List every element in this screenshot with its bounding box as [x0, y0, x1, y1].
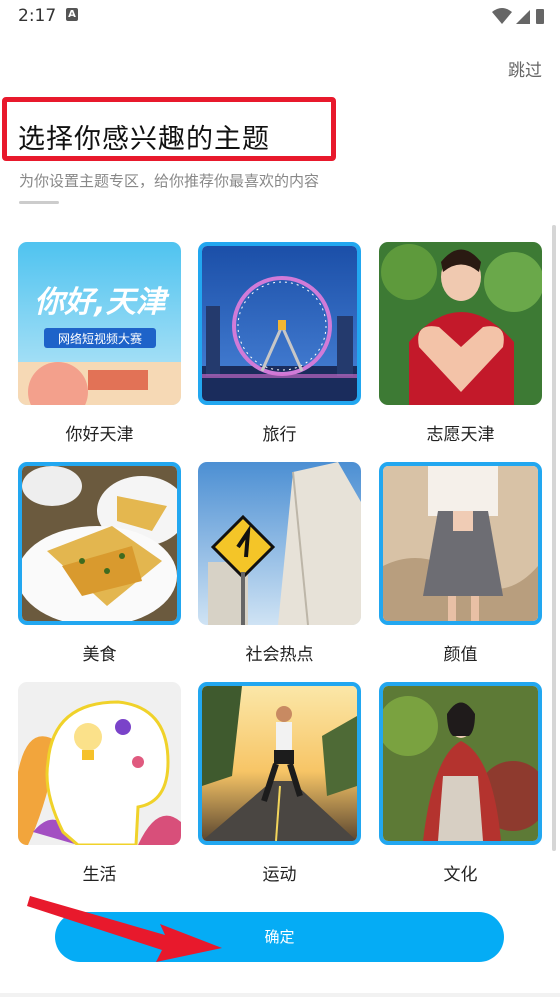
social-hotspots-image — [198, 462, 361, 625]
volunteer-tianjin-image — [379, 242, 542, 405]
topic-tile-life[interactable] — [18, 682, 181, 845]
travel-image — [202, 246, 357, 401]
banner-subtitle: 网络短视频大赛 — [58, 331, 142, 346]
status-icons — [492, 8, 544, 24]
topic-tile-ni-hao-tianjin[interactable]: 你好,天津 网络短视频大赛 — [18, 242, 181, 405]
sports-image — [202, 686, 357, 841]
skip-button[interactable]: 跳过 — [508, 56, 542, 81]
scrollbar[interactable] — [552, 225, 556, 851]
topic-label: 文化 — [443, 865, 478, 885]
battery-icon — [536, 9, 544, 24]
looks-image — [383, 466, 538, 621]
status-time: 2:17 — [18, 6, 57, 26]
topic-label: 你好天津 — [65, 425, 134, 445]
status-bar: 2:17 A — [0, 0, 560, 34]
topic-tile-volunteer-tianjin[interactable] — [379, 242, 542, 405]
annotation-highlight-box — [2, 97, 336, 161]
signal-icon — [516, 10, 530, 24]
topic-label: 美食 — [82, 645, 117, 665]
accessibility-notification-icon: A — [66, 8, 78, 21]
topic-tile-social-hotspots[interactable] — [198, 462, 361, 625]
annotation-arrow-icon — [27, 896, 222, 962]
topic-tile-travel[interactable] — [198, 242, 361, 405]
topic-label: 旅行 — [262, 425, 297, 445]
topic-tile-culture[interactable] — [379, 682, 542, 845]
topic-tile-looks[interactable] — [379, 462, 542, 625]
scrollbar-thumb[interactable] — [552, 225, 556, 851]
life-image — [18, 682, 181, 845]
topic-label: 志愿天津 — [426, 425, 495, 445]
topic-label: 社会热点 — [245, 645, 314, 665]
ni-hao-tianjin-image: 你好,天津 网络短视频大赛 — [18, 242, 181, 405]
banner-title: 你好,天津 — [34, 285, 169, 320]
culture-image — [383, 686, 538, 841]
wifi-icon — [492, 8, 512, 24]
food-image — [22, 466, 177, 621]
title-underline — [19, 201, 59, 204]
topic-label: 颜值 — [443, 645, 478, 665]
page-subtitle: 为你设置主题专区，给你推荐你最喜欢的内容 — [19, 172, 320, 190]
topic-tile-sports[interactable] — [198, 682, 361, 845]
navigation-bar — [0, 993, 560, 997]
topic-tile-food[interactable] — [18, 462, 181, 625]
